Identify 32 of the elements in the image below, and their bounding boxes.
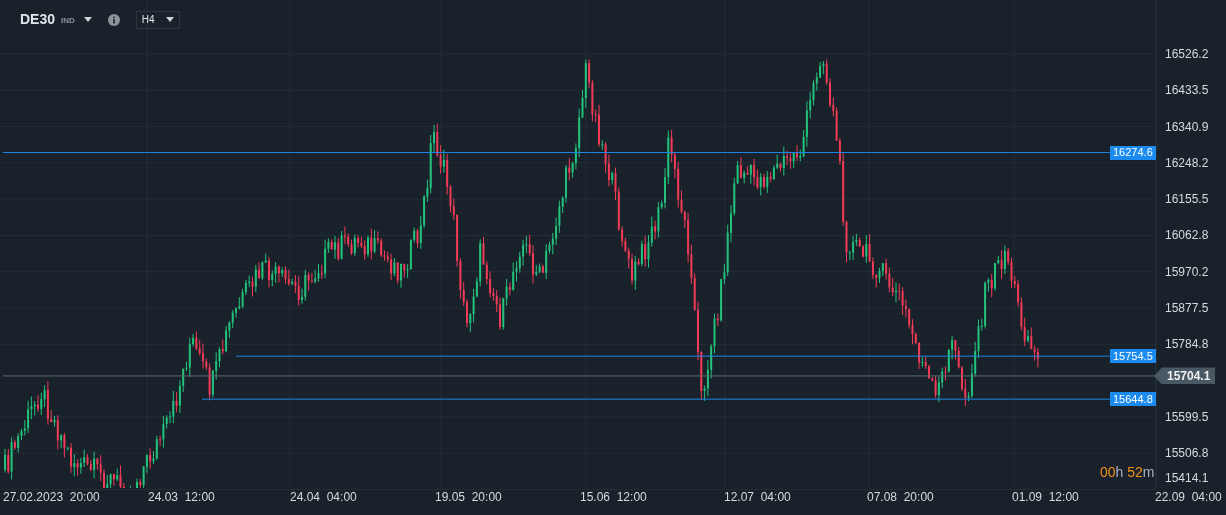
time-axis-label: 15.06 12:00 — [580, 490, 647, 504]
caret-icon[interactable] — [83, 17, 92, 22]
time-axis-label: 22.09 04:00 — [1155, 490, 1222, 504]
time-axis-label: 19.05 20:00 — [435, 490, 502, 504]
time-axis-label: 27.02.2023 20:00 — [3, 490, 100, 504]
price-axis-label: 15877.5 — [1165, 301, 1209, 315]
price-axis-label: 16155.5 — [1165, 192, 1209, 207]
timeframe-dropdown[interactable]: H4 — [135, 10, 180, 29]
time-axis-label: 07.08 20:00 — [867, 490, 934, 504]
instrument-type: IND — [61, 15, 75, 27]
time-axis-label: 24.04 04:00 — [290, 490, 357, 504]
caret-icon[interactable] — [165, 17, 174, 22]
current-price-tag: 15704.1 — [1154, 367, 1216, 385]
price-axis-label: 15970.2 — [1165, 264, 1209, 279]
price-level-label[interactable]: 15644.8 — [1110, 392, 1156, 407]
price-axis-label: 15784.8 — [1165, 337, 1209, 352]
time-axis-label: 24.03 12:00 — [148, 490, 215, 504]
price-axis-label: 16340.9 — [1165, 119, 1209, 134]
time-axis-label: 01.09 12:00 — [1012, 490, 1079, 504]
price-axis-label: 16248.2 — [1165, 155, 1209, 170]
instrument-symbol[interactable]: DE30 — [20, 9, 56, 30]
price-level-label[interactable]: 16274.6 — [1110, 145, 1156, 160]
price-axis-label: 16433.5 — [1165, 83, 1209, 98]
price-axis-label: 16526.2 — [1165, 47, 1209, 61]
price-axis-label: 15414.1 — [1165, 471, 1209, 485]
price-axis-label: 15599.5 — [1165, 409, 1209, 424]
price-axis-label: 16062.8 — [1165, 228, 1209, 243]
time-axis-label: 12.07 04:00 — [724, 490, 791, 504]
price-level-label[interactable]: 15754.5 — [1110, 349, 1156, 364]
info-icon[interactable] — [107, 13, 120, 26]
candle-countdown: 00h 52m — [1100, 463, 1155, 482]
price-axis-label: 15506.8 — [1165, 446, 1209, 461]
